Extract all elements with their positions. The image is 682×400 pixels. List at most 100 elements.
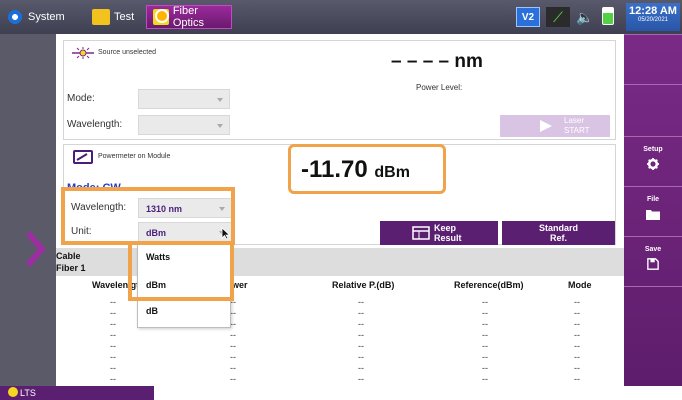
folder-icon [646, 210, 660, 220]
highlight-wavelength-unit [61, 187, 235, 245]
tab-system-label: System [28, 11, 65, 23]
table-cell: -- [358, 374, 364, 384]
table-cell: -- [230, 330, 236, 340]
top-bar: System Test Fiber Optics V2 ⟋ 🔈 12:28 AM… [0, 0, 682, 34]
v2-status-icon[interactable]: V2 [516, 7, 540, 27]
wavelength-readout: – – – – nm [391, 51, 483, 72]
table-cell: -- [110, 352, 116, 362]
table-cell: -- [482, 319, 488, 329]
table-cell: -- [230, 374, 236, 384]
table-cell: -- [482, 352, 488, 362]
chevron-down-icon [217, 124, 223, 128]
file-button[interactable]: File [624, 186, 682, 236]
save-label: Save [644, 246, 662, 253]
table-cell: -- [358, 363, 364, 373]
table-cell: -- [358, 297, 364, 307]
table-cell: -- [574, 319, 580, 329]
right-sidebar: Setup File Save [624, 34, 682, 386]
table-cell: -- [110, 363, 116, 373]
source-icon [72, 47, 94, 59]
power-level-label: Power Level: [416, 83, 463, 92]
play-icon [540, 120, 552, 132]
gear-icon [647, 158, 659, 170]
save-icon [647, 258, 659, 270]
table-cell: -- [110, 297, 116, 307]
table-cell: -- [574, 330, 580, 340]
setup-button[interactable]: Setup [624, 136, 682, 186]
source-mode-select[interactable] [138, 89, 230, 109]
keep-result-line2: Result [434, 233, 462, 243]
table-cell: -- [482, 363, 488, 373]
keep-result-button[interactable]: Keep Result [380, 221, 498, 245]
laser-button-line1: Laser [564, 116, 585, 125]
table-cell: -- [482, 341, 488, 351]
file-label: File [646, 196, 660, 203]
sidebar-button-2[interactable] [624, 84, 682, 134]
cable-label: Cable [56, 251, 81, 261]
table-cell: -- [110, 374, 116, 384]
clock[interactable]: 12:28 AM 05/20/2021 [626, 3, 680, 31]
laser-start-button[interactable]: Laser START [500, 115, 610, 137]
source-wavelength-label: Wavelength: [67, 119, 123, 130]
sidebar-button-6[interactable] [624, 286, 682, 386]
lts-icon [8, 387, 18, 397]
table-cell: -- [482, 330, 488, 340]
tab-system[interactable]: System [0, 5, 71, 29]
table-cell: -- [110, 319, 116, 329]
standard-ref-line1: Standard [538, 223, 578, 233]
chevron-right-icon[interactable] [24, 230, 48, 268]
source-wavelength-select[interactable] [138, 115, 230, 135]
fiber-label: Fiber 1 [56, 263, 86, 273]
lts-button[interactable]: LTS [0, 386, 154, 400]
table-cell: -- [482, 308, 488, 318]
table-cell: -- [110, 308, 116, 318]
source-mode-label: Mode: [67, 93, 95, 104]
tab-test-label: Test [114, 11, 135, 23]
chevron-down-icon [217, 98, 223, 102]
volume-icon[interactable]: 🔈 [574, 7, 596, 27]
table-cell: -- [230, 352, 236, 362]
col-header-reference: Reference(dBm) [454, 280, 524, 290]
table-cell: -- [482, 297, 488, 307]
table-cell: -- [574, 308, 580, 318]
table-cell: -- [358, 330, 364, 340]
standard-ref-button[interactable]: Standard Ref. [502, 221, 615, 245]
table-cell: -- [574, 363, 580, 373]
standard-ref-line2: Ref. [549, 233, 567, 243]
table-cell: -- [110, 330, 116, 340]
table-cell: -- [358, 341, 364, 351]
test-icon [92, 9, 110, 25]
table-cell: -- [574, 352, 580, 362]
table-cell: -- [110, 341, 116, 351]
table-cell: -- [482, 374, 488, 384]
powermeter-title: Powermeter on Module [98, 153, 171, 160]
highlight-dropdown [128, 245, 234, 301]
power-value: -11.70 [301, 156, 368, 183]
laser-button-line2: START [564, 126, 590, 135]
col-header-power: wer [232, 280, 248, 290]
sidebar-button-1[interactable] [624, 34, 682, 84]
mouse-cursor-icon [221, 227, 231, 240]
fiber-optics-icon [153, 9, 169, 25]
lts-label: LTS [20, 388, 36, 398]
table-cell: -- [358, 308, 364, 318]
tab-fiber-optics-label: Fiber Optics [172, 5, 205, 29]
source-title: Source unselected [98, 49, 156, 56]
battery-icon[interactable] [602, 7, 614, 25]
tab-test[interactable]: Test [86, 5, 140, 29]
clock-date: 05/20/2021 [637, 17, 669, 23]
save-button[interactable]: Save [624, 236, 682, 286]
table-icon [412, 226, 430, 240]
network-icon[interactable]: ⟋ [546, 7, 570, 27]
tab-fiber-optics[interactable]: Fiber Optics [146, 5, 232, 29]
col-header-relative: Relative P.(dB) [332, 280, 395, 290]
setup-label: Setup [643, 146, 663, 153]
left-panel [0, 34, 56, 386]
power-unit: dBm [374, 164, 410, 181]
col-header-mode: Mode [568, 280, 592, 290]
table-cell: -- [574, 374, 580, 384]
dropdown-option-db[interactable]: dB [146, 306, 158, 316]
table-cell: -- [574, 341, 580, 351]
powermeter-icon [73, 150, 93, 164]
table-cell: -- [358, 352, 364, 362]
